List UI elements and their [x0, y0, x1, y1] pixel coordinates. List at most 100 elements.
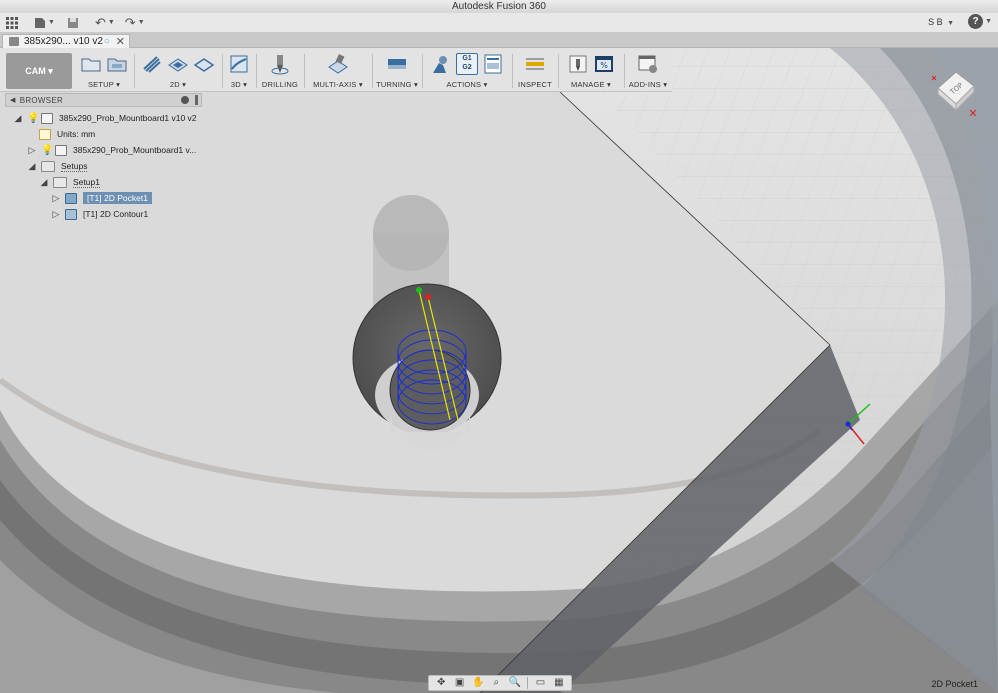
expand-toggle-icon[interactable]: ◢	[27, 161, 37, 172]
redo-icon: ↷	[124, 14, 136, 30]
ribbon-divider	[256, 54, 257, 88]
expand-toggle-icon[interactable]: ◢	[39, 177, 49, 188]
setup-folder-icon	[53, 176, 67, 188]
3d-group[interactable]: 3D ▾	[224, 52, 254, 90]
lightbulb-icon[interactable]: 💡	[41, 145, 53, 156]
tree-item-2d-contour[interactable]: ▷ [T1] 2D Contour1	[51, 206, 148, 222]
actions-group[interactable]: G1 G2 ACTIONS ▾	[424, 52, 510, 90]
units-doc-icon	[39, 128, 51, 140]
collapse-triangle-icon[interactable]: ◀	[10, 96, 16, 104]
chevron-down-icon: ▼	[985, 18, 992, 25]
tree-item-units[interactable]: Units: mm	[39, 126, 95, 142]
expand-toggle-icon[interactable]: ◢	[13, 113, 23, 124]
expand-toggle-icon[interactable]: ▷	[51, 193, 61, 204]
tree-item-2d-pocket[interactable]: ▷ [T1] 2D Pocket1	[51, 190, 152, 206]
zoom-icon[interactable]: ⌕	[490, 677, 502, 689]
ribbon-divider	[372, 54, 373, 88]
orbit-icon[interactable]: ✥	[435, 677, 447, 689]
2d-contour-op-icon	[65, 208, 77, 220]
tree-item-label: 385x290_Prob_Mountboard1 v10 v2	[59, 113, 197, 123]
svg-text:%: %	[600, 61, 608, 70]
tree-item-label: Setups	[61, 160, 88, 172]
turning-group[interactable]: TURNING ▾	[374, 52, 420, 90]
pin-icon[interactable]	[181, 96, 189, 104]
sync-status-icon: ○	[103, 36, 110, 47]
browser-title: BROWSER	[19, 95, 64, 105]
ribbon-divider	[134, 54, 135, 88]
component-icon	[55, 144, 67, 156]
tree-item-label: Setup1	[73, 176, 100, 188]
undo-icon: ↶	[94, 14, 106, 30]
setup-folder-icon	[81, 58, 101, 72]
ribbon-divider	[422, 54, 423, 88]
multi-axis-group-label: MULTI-AXIS	[313, 80, 357, 89]
expand-toggle-icon[interactable]: ▷	[27, 145, 37, 156]
grid-settings-icon[interactable]: ▦	[553, 677, 565, 689]
ribbon-divider	[558, 54, 559, 88]
navigation-bar: ✥ ▣ ✋ ⌕ 🔍 ▭ ▦	[428, 675, 572, 691]
display-settings-icon[interactable]: ▭	[534, 677, 546, 689]
turning-icon	[388, 59, 406, 69]
2d-group[interactable]: 2D ▾	[136, 52, 220, 90]
zoom-window-icon[interactable]: 🔍	[509, 677, 521, 689]
nav-divider	[527, 677, 529, 689]
tree-item-setup1[interactable]: ◢ Setup1	[39, 174, 100, 190]
drilling-group-label: DRILLING	[261, 80, 299, 89]
redo-button[interactable]: ↷ ▼	[125, 14, 145, 32]
undo-button[interactable]: ↶ ▼	[95, 14, 115, 32]
tool-library-icon	[569, 55, 587, 73]
setup-group-label: SETUP	[87, 80, 114, 89]
lightbulb-icon[interactable]: 💡	[27, 113, 39, 124]
tree-item-label: [T1] 2D Contour1	[83, 209, 149, 219]
2d-contour-icon	[193, 58, 215, 72]
manage-group[interactable]: % MANAGE ▾	[560, 52, 622, 90]
add-ins-group-label: ADD-INS	[628, 80, 661, 89]
grid-icon	[6, 16, 18, 29]
panel-grip-icon[interactable]	[195, 95, 198, 105]
scripts-addins-icon	[638, 55, 657, 73]
user-account-menu[interactable]: S B ▼	[928, 17, 954, 27]
viewcube[interactable]: TOP	[930, 66, 980, 116]
tree-item-component[interactable]: ▷ 💡 385x290_Prob_Mountboard1 v...	[27, 142, 196, 158]
document-icon	[41, 112, 53, 124]
tree-item-label: [T1] 2D Pocket1	[83, 192, 152, 204]
simulate-icon	[433, 56, 447, 73]
post-process-icon: G1 G2	[456, 53, 478, 75]
quick-access-bar: ▼ ↶ ▼ ↷ ▼ S B ▼ ? ▼	[0, 13, 998, 33]
setup-group[interactable]: SETUP ▾	[76, 52, 132, 90]
2d-group-label: 2D	[169, 80, 180, 89]
user-initials: S B	[928, 16, 943, 27]
pan-hand-icon[interactable]: ✋	[472, 677, 484, 689]
help-button[interactable]: ?	[968, 14, 984, 29]
document-tab[interactable]: 385x290... v10 v2 ○ ✕	[2, 34, 130, 48]
help-icon: ?	[972, 16, 979, 27]
inspect-group[interactable]: INSPECT	[514, 52, 556, 90]
chevron-down-icon: ▼	[947, 19, 955, 27]
expand-toggle-icon[interactable]: ▷	[51, 209, 61, 220]
tree-item-setups[interactable]: ◢ Setups	[27, 158, 88, 174]
chevron-down-icon: ▼	[137, 19, 145, 26]
close-tab-button[interactable]: ✕	[116, 35, 125, 48]
multi-axis-group[interactable]: MULTI-AXIS ▾	[306, 52, 370, 90]
inspect-group-label: INSPECT	[518, 80, 552, 89]
save-button[interactable]	[67, 14, 79, 32]
measure-icon	[526, 58, 544, 70]
file-menu-button[interactable]: ▼	[34, 14, 55, 32]
post-library-icon: %	[595, 56, 613, 72]
3d-group-label: 3D	[230, 80, 241, 89]
workspace-switcher[interactable]: CAM ▾	[6, 53, 72, 89]
selection-status: 2D Pocket1	[931, 679, 978, 689]
chevron-down-icon: ▼	[107, 19, 115, 26]
tree-item-root[interactable]: ◢ 💡 385x290_Prob_Mountboard1 v10 v2	[13, 110, 197, 126]
setup-sheet-icon	[107, 58, 127, 72]
browser-header[interactable]: ◀ BROWSER	[5, 93, 202, 107]
2d-pocket-op-icon	[65, 192, 77, 204]
manage-group-label: MANAGE	[571, 80, 605, 89]
g1-text: G1	[462, 55, 472, 62]
look-at-icon[interactable]: ▣	[454, 677, 466, 689]
data-panel-button[interactable]	[6, 14, 18, 32]
drilling-group[interactable]: DRILLING	[258, 52, 302, 90]
chevron-down-icon: ▼	[48, 19, 55, 26]
document-icon	[9, 37, 19, 46]
add-ins-group[interactable]: ADD-INS ▾	[626, 52, 670, 90]
